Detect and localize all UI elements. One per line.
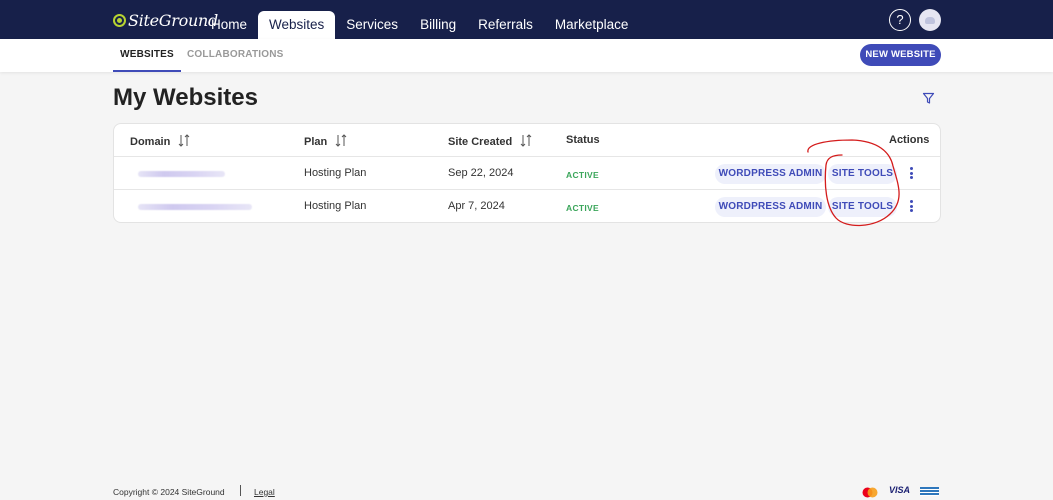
- nav-marketplace[interactable]: Marketplace: [544, 11, 640, 39]
- column-actions: Actions: [889, 134, 929, 146]
- amex-icon: [920, 487, 939, 496]
- websites-table: Domain Plan Site Created Status Actions …: [113, 123, 941, 223]
- status-badge: ACTIVE: [566, 170, 599, 180]
- wordpress-admin-button[interactable]: WORDPRESS ADMIN: [715, 197, 826, 217]
- sort-icon[interactable]: [178, 134, 190, 150]
- column-status-label: Status: [566, 134, 600, 146]
- nav-billing[interactable]: Billing: [409, 11, 467, 39]
- tab-websites[interactable]: WEBSITES: [113, 39, 181, 72]
- nav-home[interactable]: Home: [200, 11, 258, 39]
- mastercard-icon: [862, 485, 878, 500]
- footer-divider: [240, 485, 241, 496]
- more-options-icon[interactable]: [910, 200, 914, 214]
- site-tools-button[interactable]: SITE TOOLS: [828, 164, 897, 184]
- user-avatar-icon[interactable]: [919, 9, 941, 31]
- visa-icon: VISA: [889, 485, 911, 495]
- new-website-button[interactable]: NEW WEBSITE: [860, 44, 941, 66]
- nav-referrals[interactable]: Referrals: [467, 11, 544, 39]
- tab-collaborations[interactable]: COLLABORATIONS: [187, 39, 283, 72]
- column-plan[interactable]: Plan: [304, 134, 347, 150]
- legal-link[interactable]: Legal: [254, 487, 275, 497]
- column-plan-label: Plan: [304, 136, 328, 148]
- more-options-icon[interactable]: [910, 167, 914, 181]
- column-site-created-label: Site Created: [448, 136, 513, 148]
- nav-websites[interactable]: Websites: [258, 11, 336, 39]
- avatar-glyph: [925, 16, 935, 24]
- site-created-cell: Sep 22, 2024: [448, 167, 514, 179]
- column-domain-label: Domain: [130, 136, 171, 148]
- column-domain[interactable]: Domain: [130, 134, 190, 150]
- red-circle-annotation: [807, 139, 900, 227]
- sort-icon[interactable]: [335, 134, 347, 150]
- main-nav: Home Websites Services Billing Referrals…: [200, 11, 639, 39]
- siteground-logo-icon: [113, 14, 126, 27]
- domain-link-redacted[interactable]: [138, 171, 225, 177]
- domain-link-redacted[interactable]: [138, 204, 252, 210]
- column-site-created[interactable]: Site Created: [448, 134, 532, 150]
- site-tools-button[interactable]: SITE TOOLS: [828, 197, 897, 217]
- status-badge: ACTIVE: [566, 203, 599, 213]
- wordpress-admin-button[interactable]: WORDPRESS ADMIN: [715, 164, 826, 184]
- plan-cell: Hosting Plan: [304, 167, 367, 179]
- page-title: My Websites: [113, 84, 258, 111]
- table-row: Hosting Plan Apr 7, 2024 ACTIVE WORDPRES…: [114, 190, 940, 223]
- column-status: Status: [566, 134, 600, 146]
- column-actions-label: Actions: [889, 134, 930, 146]
- site-created-cell: Apr 7, 2024: [448, 200, 505, 212]
- help-icon[interactable]: ?: [889, 9, 911, 31]
- nav-services[interactable]: Services: [335, 11, 409, 39]
- plan-cell: Hosting Plan: [304, 200, 367, 212]
- sort-icon[interactable]: [520, 134, 532, 150]
- table-header: Domain Plan Site Created Status Actions: [114, 124, 940, 157]
- filter-icon[interactable]: [922, 92, 935, 110]
- sub-navigation-bar: WEBSITES COLLABORATIONS NEW WEBSITE: [0, 39, 1053, 72]
- footer-copyright: Copyright © 2024 SiteGround: [113, 487, 225, 497]
- top-navigation-bar: SiteGround Home Websites Services Billin…: [0, 0, 1053, 39]
- table-row: Hosting Plan Sep 22, 2024 ACTIVE WORDPRE…: [114, 157, 940, 190]
